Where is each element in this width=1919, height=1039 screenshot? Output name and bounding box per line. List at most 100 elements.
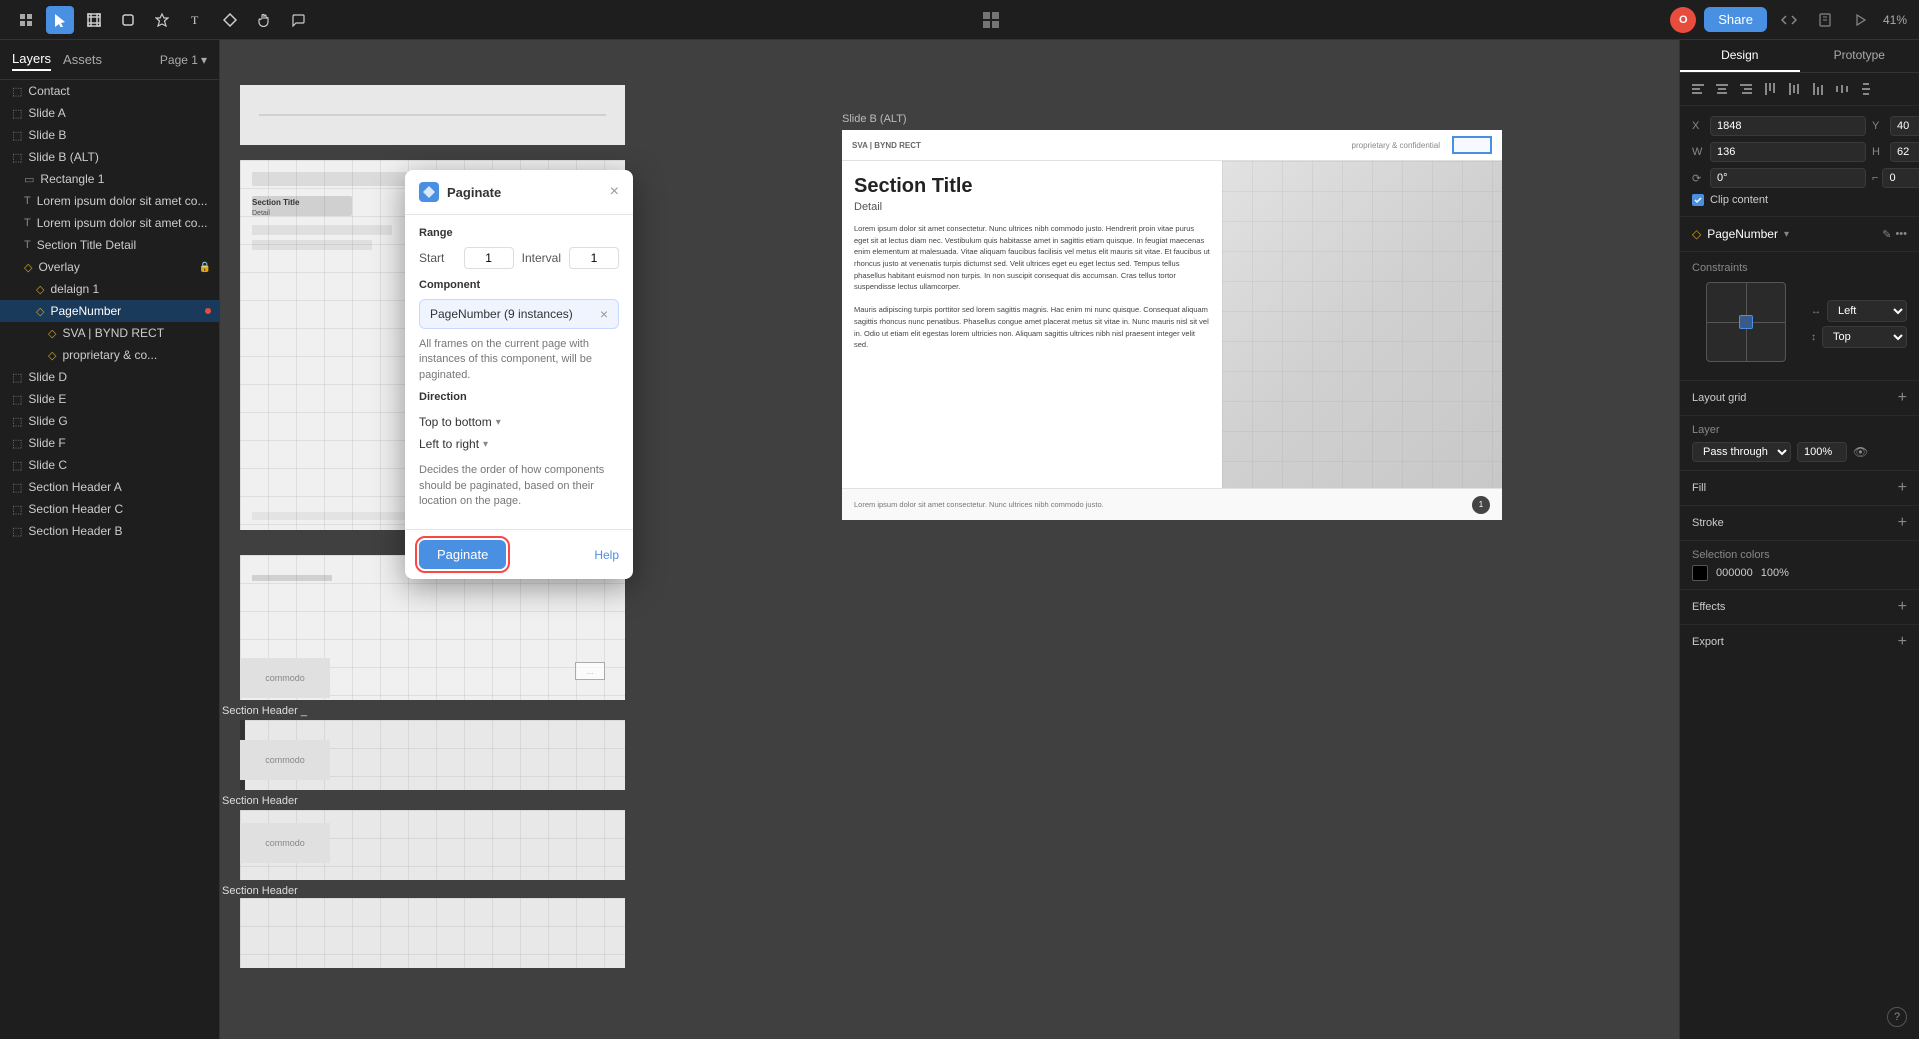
rotation-input[interactable] — [1710, 168, 1866, 188]
start-input[interactable] — [464, 247, 514, 269]
layer-sva[interactable]: ◇ SVA | BYND RECT — [0, 322, 219, 344]
fill-section: Fill + — [1680, 471, 1919, 506]
layer-slide-f[interactable]: ⬚ Slide F — [0, 432, 219, 454]
layers-tab[interactable]: Layers — [12, 48, 51, 71]
layer-slide-b-alt[interactable]: ⬚ Slide B (ALT) — [0, 146, 219, 168]
text-tool[interactable]: T — [182, 6, 210, 34]
layer-rectangle-1[interactable]: ▭ Rectangle 1 — [0, 168, 219, 190]
layer-slide-b[interactable]: ⬚ Slide B — [0, 124, 219, 146]
zoom-level[interactable]: 41% — [1883, 13, 1907, 27]
component-icon: ◇ — [48, 349, 56, 362]
dimensions-section: X Y W H ⟳ — [1680, 106, 1919, 217]
align-top-icon[interactable] — [1760, 79, 1780, 99]
layer-overlay[interactable]: ◇ Overlay 🔒 — [0, 256, 219, 278]
component-tool[interactable] — [216, 6, 244, 34]
layer-slide-c[interactable]: ⬚ Slide C — [0, 454, 219, 476]
layer-slide-e[interactable]: ⬚ Slide E — [0, 388, 219, 410]
book-icon[interactable] — [1811, 6, 1839, 34]
align-center-icon[interactable] — [1712, 79, 1732, 99]
x-input[interactable] — [1710, 116, 1866, 136]
share-button[interactable]: Share — [1704, 7, 1767, 32]
top-bottom-option[interactable]: Top to bottom ▾ — [419, 411, 619, 433]
canvas-area[interactable]: Section Title Detail ... Section Header … — [220, 40, 1679, 1039]
pen-tool[interactable] — [148, 6, 176, 34]
large-slide-footer: Lorem ipsum dolor sit amet consectetur. … — [854, 500, 1104, 509]
paginate-button[interactable]: Paginate — [419, 540, 506, 569]
prototype-tab[interactable]: Prototype — [1800, 40, 1919, 72]
vertical-constraint-select[interactable]: Top Bottom Center Scale — [1822, 326, 1907, 348]
design-tab[interactable]: Design — [1680, 40, 1800, 72]
effects-section: Effects + — [1680, 590, 1919, 625]
move-tool[interactable] — [46, 6, 74, 34]
h-input[interactable] — [1890, 142, 1919, 162]
align-middle-icon[interactable] — [1784, 79, 1804, 99]
layer-slide-d[interactable]: ⬚ Slide D — [0, 366, 219, 388]
frame-icon: ⬚ — [12, 107, 22, 120]
clip-content-checkbox[interactable] — [1692, 194, 1704, 206]
distribute-h-icon[interactable] — [1832, 79, 1852, 99]
add-effect-button[interactable]: + — [1898, 598, 1907, 616]
align-left-icon[interactable] — [1688, 79, 1708, 99]
left-right-caret: ▾ — [483, 439, 488, 450]
distribute-v-icon[interactable] — [1856, 79, 1876, 99]
code-icon[interactable] — [1775, 6, 1803, 34]
y-input[interactable] — [1890, 116, 1919, 136]
page-number-circle: 1 — [1472, 496, 1490, 514]
w-field: W — [1692, 142, 1866, 162]
help-icon[interactable]: ? — [1887, 1007, 1907, 1027]
play-icon[interactable] — [1847, 6, 1875, 34]
color-swatch[interactable] — [1692, 565, 1708, 581]
frame-tool[interactable] — [80, 6, 108, 34]
opacity-input[interactable] — [1797, 442, 1847, 462]
layer-delaign[interactable]: ◇ delaign 1 — [0, 278, 219, 300]
add-export-button[interactable]: + — [1898, 633, 1907, 651]
layer-section-header-a[interactable]: ⬚ Section Header A — [0, 476, 219, 498]
add-layout-grid-button[interactable]: + — [1898, 389, 1907, 407]
horizontal-constraint-select[interactable]: Left Right Center Scale — [1827, 300, 1907, 322]
layer-section-header-b[interactable]: ⬚ Section Header B — [0, 520, 219, 542]
layer-lorem-2[interactable]: T Lorem ipsum dolor sit amet co... — [0, 212, 219, 234]
layer-section-header-c[interactable]: ⬚ Section Header C — [0, 498, 219, 520]
visibility-icon[interactable]: 👁 — [1853, 445, 1868, 459]
component-diamond-icon: ◇ — [1692, 227, 1701, 241]
opacity-field — [1797, 442, 1847, 462]
component-section: Component PageNumber (9 instances) × — [419, 279, 619, 329]
align-right-icon[interactable] — [1736, 79, 1756, 99]
align-bottom-icon[interactable] — [1808, 79, 1828, 99]
help-link[interactable]: Help — [594, 548, 619, 562]
layer-proprietary[interactable]: ◇ proprietary & co... — [0, 344, 219, 366]
x-field: X — [1692, 116, 1866, 136]
layer-slide-a[interactable]: ⬚ Slide A — [0, 102, 219, 124]
add-fill-button[interactable]: + — [1898, 479, 1907, 497]
layer-slide-g[interactable]: ⬚ Slide G — [0, 410, 219, 432]
layer-section-title[interactable]: T Section Title Detail — [0, 234, 219, 256]
interval-input[interactable] — [569, 247, 619, 269]
modal-body: Range Start Interval Component PageNumbe… — [405, 215, 633, 529]
hand-tool[interactable] — [250, 6, 278, 34]
assets-tab[interactable]: Assets — [63, 49, 102, 70]
slide-thumb-1[interactable] — [240, 85, 625, 145]
large-slide[interactable]: SVA | BYND RECT proprietary & confidenti… — [842, 130, 1502, 520]
selection-colors-section: Selection colors 000000 100% — [1680, 541, 1919, 590]
page-indicator[interactable]: Page 1 ▾ — [160, 53, 207, 67]
corner-input[interactable] — [1882, 168, 1919, 188]
blend-mode-select[interactable]: Pass through Normal Multiply Screen — [1692, 442, 1791, 462]
edit-component-icon[interactable]: ✎ — [1882, 228, 1891, 241]
shape-tool[interactable] — [114, 6, 142, 34]
w-input[interactable] — [1710, 142, 1866, 162]
add-stroke-button[interactable]: + — [1898, 514, 1907, 532]
left-right-option[interactable]: Left to right ▾ — [419, 433, 619, 455]
frame-icon: ⬚ — [12, 481, 22, 494]
modal-close-button[interactable]: × — [610, 183, 619, 201]
slide-thumb-section-3[interactable] — [240, 898, 625, 968]
layer-row: Pass through Normal Multiply Screen 👁 — [1692, 442, 1907, 462]
menu-button[interactable] — [12, 6, 40, 34]
layer-lorem-1[interactable]: T Lorem ipsum dolor sit amet co... — [0, 190, 219, 212]
layer-contact[interactable]: ⬚ Contact — [0, 80, 219, 102]
layer-pagenumber[interactable]: ◇ PageNumber — [0, 300, 219, 322]
rotation-field: ⟳ — [1692, 168, 1866, 188]
more-options-icon[interactable]: ••• — [1895, 228, 1907, 241]
component-chip-close[interactable]: × — [600, 306, 608, 322]
constraint-vertical-row: ↕ Top Bottom Center Scale — [1811, 326, 1907, 348]
comment-tool[interactable] — [284, 6, 312, 34]
